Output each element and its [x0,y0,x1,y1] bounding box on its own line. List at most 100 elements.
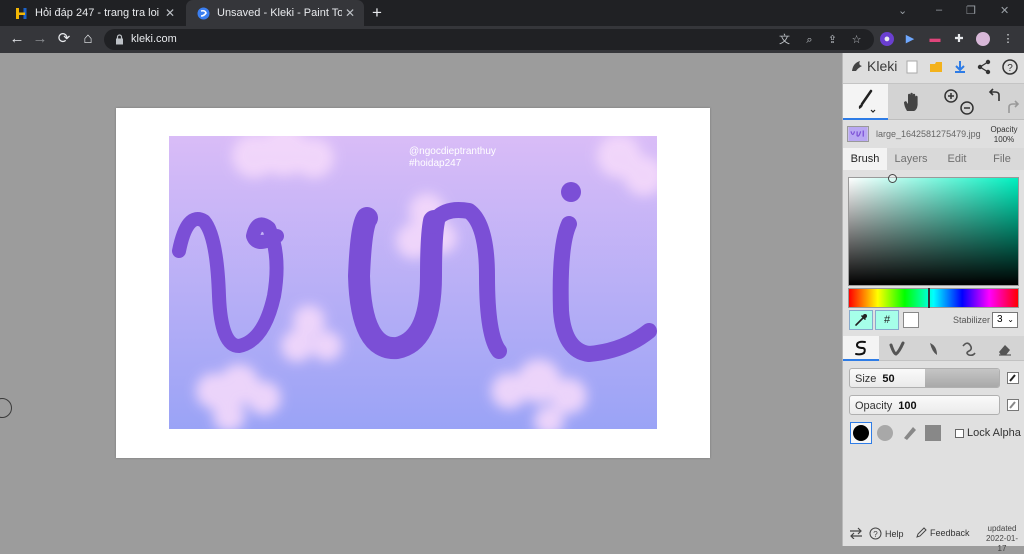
lock-icon [116,34,123,45]
opacity-slider[interactable]: Opacity 100 [849,395,1000,415]
help-icon[interactable]: ? [1001,58,1019,76]
tab-search-icon[interactable]: ⌄ [898,4,907,17]
canvas-paper[interactable]: @ngocdieptranthuy #hoidap247 [116,108,710,458]
save-download-icon[interactable] [951,58,969,76]
swap-ui-side-icon[interactable] [849,527,863,539]
svg-text:?: ? [873,530,878,539]
brush-type-blend[interactable] [879,336,915,361]
layer-opacity: Opacity 100% [986,125,1022,145]
brush-icon [858,89,875,113]
brush-type-pen[interactable] [843,336,879,361]
artwork-drawing: @ngocdieptranthuy #hoidap247 [169,136,657,429]
share-icon[interactable] [975,58,993,76]
canvas-workspace[interactable]: @ngocdieptranthuy #hoidap247 [0,53,842,546]
saturation-value-field[interactable] [848,177,1019,286]
tip-chisel[interactable] [898,422,920,444]
layer-preview-row[interactable]: large_1642581275479.jpg Opacity 100% [843,121,1024,148]
watermark-hashtag: #hoidap247 [409,158,462,169]
browser-menu-icon[interactable]: ⋮ [1001,32,1015,46]
profile-avatar-icon[interactable] [976,32,990,46]
reload-icon[interactable]: ⟳ [55,30,73,48]
home-icon[interactable]: ⌂ [79,30,97,48]
tip-round-soft[interactable] [874,422,896,444]
stabilizer-value: 3 [997,314,1003,325]
layer-opacity-value: 100% [993,135,1015,144]
tip-square[interactable] [922,422,944,444]
brand-name: Kleki [867,58,898,74]
color-picker[interactable] [848,174,1019,286]
size-slider[interactable]: Size 50 [849,368,1000,388]
lock-alpha-checkbox[interactable]: Lock Alpha [955,427,1021,439]
opacity-label-text: Opacity [855,400,893,412]
minimize-icon[interactable]: – [936,4,942,16]
share-icon[interactable]: ⇪ [826,34,839,47]
close-tab-icon[interactable]: ✕ [342,6,358,20]
eyedropper-button[interactable] [849,310,873,330]
forward-icon[interactable]: → [31,30,49,48]
tip-round-hard[interactable] [850,422,872,444]
chisel-tip-icon [904,427,916,440]
updated-date: 2022-01-17 [985,534,1019,553]
brush-type-sketchy[interactable] [915,336,951,361]
size-pressure-icon[interactable] [1007,372,1019,384]
translate-icon[interactable]: 文 [778,34,791,47]
feedback-label: Feedback [930,528,970,538]
panel-tabs: Brush Layers Edit File [843,148,1024,170]
tab-kleki[interactable]: Unsaved - Kleki - Paint Tool ✕ [186,0,364,26]
extension-badge-icon[interactable]: ▬ [928,32,942,46]
hex-input-button[interactable]: # [875,310,899,330]
help-label: Help [885,528,904,539]
new-tab-button[interactable]: + [372,4,382,21]
feedback-link[interactable]: Feedback [915,527,970,539]
brush-type-eraser[interactable] [987,336,1023,361]
svg-text:?: ? [1007,63,1013,74]
stabilizer-select[interactable]: 3 ⌄ [992,312,1018,328]
back-icon[interactable]: ← [8,30,26,48]
layer-opacity-label: Opacity [990,125,1018,134]
close-window-icon[interactable]: ✕ [1000,4,1009,17]
size-label-text: Size [855,373,877,385]
layer-thumbnail [847,126,869,142]
undo-redo-icon[interactable] [987,87,1021,117]
hue-slider[interactable] [848,288,1019,308]
opacity-value: 100 [898,400,917,412]
updated-info[interactable]: updated 2022-01-17 [982,524,1022,554]
lock-alpha-box[interactable] [955,428,964,438]
help-circle-icon: ? [869,527,882,540]
extension-play-icon[interactable]: ▶ [903,32,917,46]
size-label: Size 50 [855,373,895,385]
zoom-icon[interactable]: ⌕ [803,34,816,47]
extensions-puzzle-icon[interactable]: ✚ [952,32,966,46]
kleki-logo[interactable]: Kleki [850,58,897,74]
extension-icon[interactable]: ● [880,32,894,46]
tab-file[interactable]: File [980,148,1024,170]
pen-brush-icon [855,340,866,355]
address-bar[interactable]: kleki.com 文 ⌕ ⇪ ☆ [104,29,874,50]
hue-slider-handle[interactable] [928,288,930,308]
opacity-pressure-icon[interactable] [1007,399,1019,411]
round-hard-tip-icon [853,425,869,441]
brush-type-pixel[interactable] [951,336,987,361]
brush-cursor [0,398,12,418]
current-color-swatch[interactable] [903,312,919,328]
lock-alpha-label: Lock Alpha [967,427,1021,439]
browser-toolbar: ← → ⟳ ⌂ kleki.com 文 ⌕ ⇪ ☆ ● ▶ ▬ ✚ ⋮ [0,26,1024,53]
tab-layers[interactable]: Layers [888,148,934,170]
hand-tool-button[interactable] [889,84,935,120]
tab-edit[interactable]: Edit [935,148,979,170]
zoom-in-out-icon[interactable] [942,87,976,117]
restore-icon[interactable]: ❐ [966,4,976,17]
help-link[interactable]: ? Help [869,527,904,540]
new-image-icon[interactable] [903,58,921,76]
close-tab-icon[interactable]: ✕ [162,6,178,20]
panel-footer: ? Help Feedback updated 2022-01-17 [843,521,1024,553]
bookmark-star-icon[interactable]: ☆ [850,34,863,47]
brush-tool-button[interactable] [843,84,888,120]
tab-brush[interactable]: Brush [843,148,887,170]
color-picker-cursor[interactable] [888,174,897,183]
open-folder-icon[interactable] [927,58,945,76]
artwork-image[interactable]: @ngocdieptranthuy #hoidap247 [169,136,657,429]
panel-top-bar: Kleki ? [843,53,1024,84]
tab-hoidap247[interactable]: Hỏi đáp 247 - trang tra loi ✕ [4,0,184,26]
brush-type-row [843,336,1024,361]
